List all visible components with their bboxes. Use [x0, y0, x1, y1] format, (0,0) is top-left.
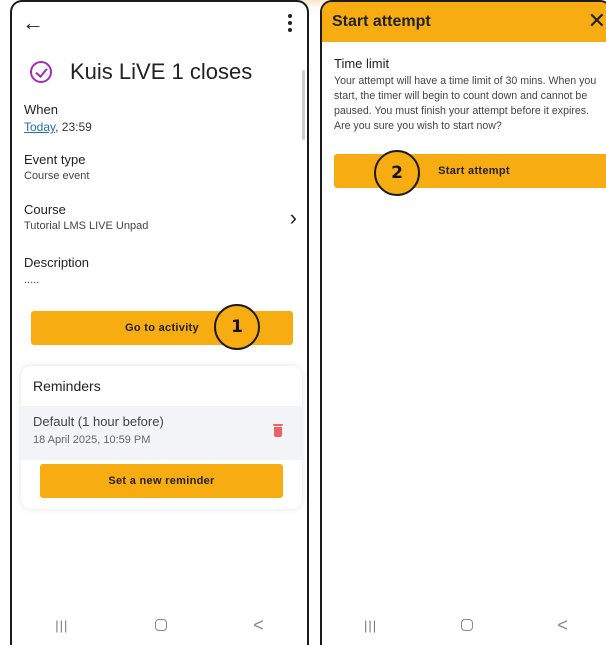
time-limit-text: Your attempt will have a time limit of 3… — [334, 75, 597, 132]
event-title-row: Kuis LiVE 1 closes — [26, 54, 293, 90]
system-nav-bar: ||| < — [322, 605, 606, 645]
back-arrow-icon[interactable]: ← — [22, 10, 48, 36]
event-check-icon — [30, 61, 52, 83]
chevron-right-icon[interactable]: › — [290, 207, 297, 229]
event-title: Kuis LiVE 1 closes — [70, 59, 253, 84]
description-field: Description ..... — [24, 255, 277, 286]
screenshot-stage: ← Kuis LiVE 1 closes When Today, 23:59 E… — [0, 0, 606, 645]
system-nav-bar: ||| < — [12, 605, 307, 645]
course-label: Course — [24, 202, 66, 217]
home-icon[interactable] — [461, 619, 474, 631]
when-value: Today, 23:59 — [24, 120, 277, 134]
trash-icon[interactable] — [272, 424, 284, 438]
when-time: , 23:59 — [55, 120, 92, 134]
dialog-title: Start attempt — [332, 13, 431, 30]
close-icon[interactable]: ✕ — [588, 8, 606, 34]
when-label: When — [24, 102, 58, 117]
event-type-label: Event type — [24, 152, 86, 167]
today-link[interactable]: Today — [24, 120, 55, 134]
reminder-date: 18 April 2025, 10:59 PM — [33, 434, 151, 446]
course-value[interactable]: Tutorial LMS LIVE Unpad — [24, 220, 277, 232]
event-type-value: Course event — [24, 170, 90, 182]
recent-apps-icon[interactable]: ||| — [55, 618, 68, 633]
start-attempt-screen: Start attempt ✕ Time limit Your attempt … — [320, 0, 606, 645]
time-limit-label: Time limit — [334, 56, 390, 71]
reminders-card: Reminders Default (1 hour before) 18 Apr… — [21, 366, 302, 509]
reminder-title: Default (1 hour before) — [33, 414, 164, 429]
reminder-item: Default (1 hour before) 18 April 2025, 1… — [21, 406, 302, 460]
step-1-badge: 1 — [214, 304, 260, 350]
nav-back-icon[interactable]: < — [253, 615, 264, 636]
event-type-field: Event type Course event — [24, 152, 277, 182]
set-new-reminder-button[interactable]: Set a new reminder — [40, 464, 283, 498]
description-value: ..... — [24, 274, 40, 286]
step-2-badge: 2 — [374, 150, 420, 196]
more-vertical-icon[interactable] — [283, 12, 297, 36]
description-label: Description — [24, 255, 90, 270]
home-icon[interactable] — [154, 619, 167, 631]
dialog-header: Start attempt ✕ — [322, 2, 606, 42]
nav-back-icon[interactable]: < — [557, 615, 568, 636]
reminders-heading: Reminders — [33, 378, 101, 394]
recent-apps-icon[interactable]: ||| — [364, 618, 377, 633]
top-app-bar: ← — [12, 2, 307, 46]
event-detail-screen: ← Kuis LiVE 1 closes When Today, 23:59 E… — [10, 0, 309, 645]
scrollbar[interactable] — [302, 70, 305, 140]
course-field[interactable]: Course Tutorial LMS LIVE Unpad — [24, 202, 277, 232]
when-field: When Today, 23:59 — [24, 102, 277, 134]
